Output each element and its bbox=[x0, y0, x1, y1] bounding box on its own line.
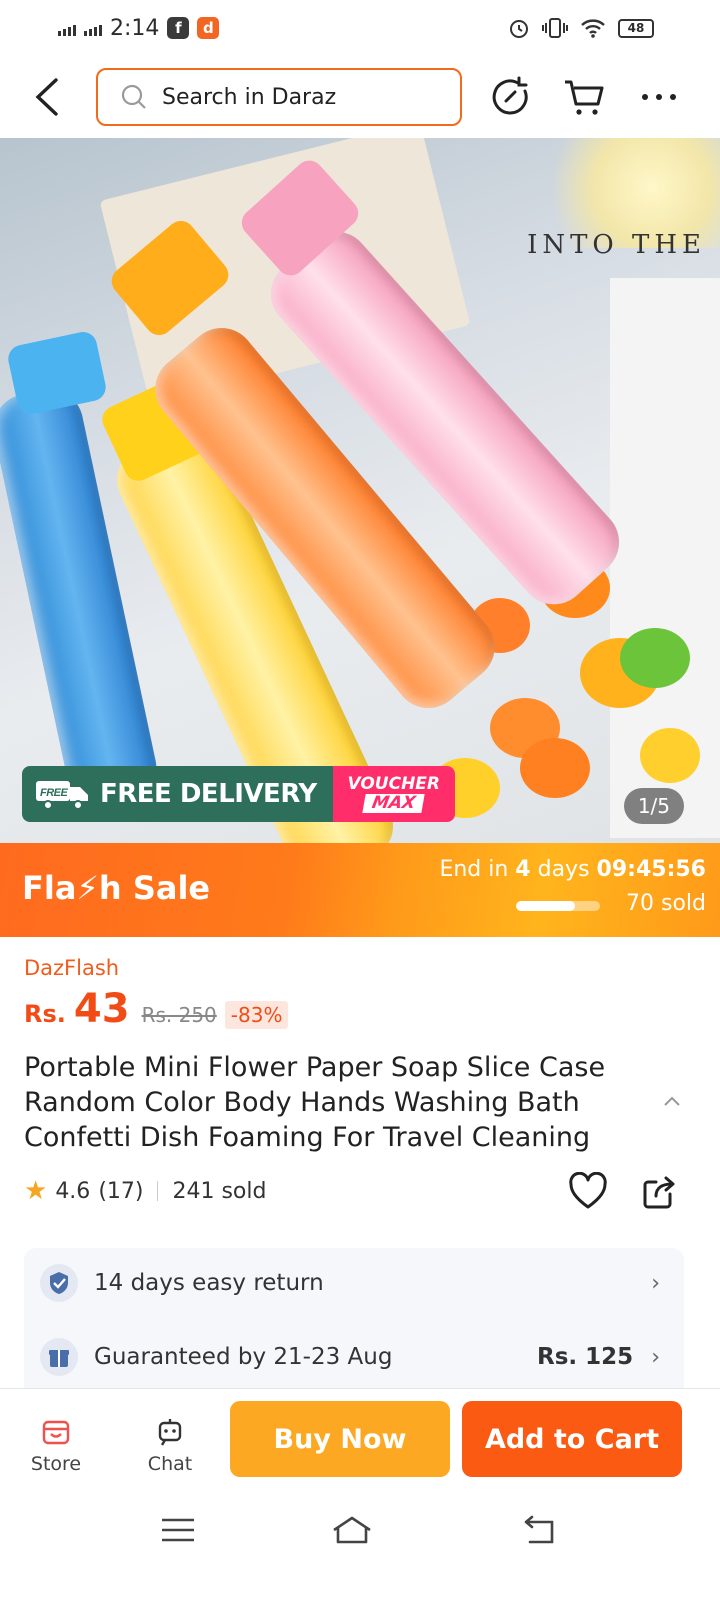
shipping-price: Rs. 125 bbox=[537, 1344, 634, 1370]
vibrate-icon bbox=[542, 18, 568, 38]
free-delivery-badge: FREE FREE DELIVERY bbox=[22, 766, 333, 822]
flash-sale-banner[interactable]: Fla⚡h Sale End in 4 days 09:45:56 70 sol… bbox=[0, 843, 720, 937]
price-currency: Rs. bbox=[24, 1000, 66, 1028]
signal-icon-2 bbox=[84, 20, 102, 36]
price-value: 43 bbox=[73, 986, 130, 1032]
alarm-icon bbox=[510, 20, 528, 38]
rating-row[interactable]: ★ 4.6 (17) 241 sold bbox=[24, 1176, 266, 1206]
voucher-max-badge: VOUCHER MAX bbox=[332, 766, 455, 822]
flower-green bbox=[620, 628, 690, 688]
review-count: (17) bbox=[98, 1178, 144, 1204]
wifi-icon bbox=[581, 19, 605, 38]
store-button[interactable]: Store bbox=[16, 1417, 96, 1475]
more-options-icon[interactable] bbox=[636, 74, 682, 120]
recent-apps-icon[interactable] bbox=[156, 1510, 200, 1550]
system-nav-bar bbox=[0, 1492, 720, 1600]
bottom-action-bar: Store Chat Buy Now Add to Cart bbox=[0, 1388, 720, 1492]
search-icon bbox=[121, 84, 146, 109]
product-image-carousel[interactable]: INTO THE FREE FREE DELIVERY VOUCHER MAX … bbox=[0, 138, 720, 843]
service-info-card: 14 days easy return › Guaranteed by 21-2… bbox=[24, 1248, 684, 1398]
delivery-guarantee-row[interactable]: Guaranteed by 21-23 Aug Rs. 125 › bbox=[40, 1338, 660, 1376]
shield-check-icon bbox=[40, 1264, 78, 1302]
share-icon[interactable] bbox=[642, 1174, 678, 1210]
hero-overlay-text: INTO THE bbox=[527, 230, 706, 260]
rating-value: 4.6 bbox=[55, 1178, 91, 1204]
history-icon[interactable] bbox=[488, 74, 534, 120]
original-price: Rs. 250 bbox=[141, 1003, 217, 1027]
chat-robot-icon bbox=[158, 1419, 182, 1446]
status-left: 2:14 f d bbox=[58, 15, 220, 41]
divider bbox=[157, 1181, 159, 1201]
days-label: days bbox=[537, 857, 590, 882]
wishlist-heart-icon[interactable] bbox=[568, 1172, 608, 1212]
return-policy-label: 14 days easy return bbox=[94, 1270, 324, 1296]
status-right: 48 bbox=[508, 17, 654, 39]
chat-button[interactable]: Chat bbox=[130, 1417, 210, 1475]
days-count: 4 bbox=[515, 857, 531, 882]
delivery-truck-icon: FREE bbox=[36, 781, 88, 810]
signal-icon bbox=[58, 20, 76, 36]
sold-count: 241 sold bbox=[172, 1178, 267, 1204]
cart-icon[interactable] bbox=[562, 74, 608, 120]
promo-badges: FREE FREE DELIVERY VOUCHER MAX bbox=[22, 766, 455, 822]
image-counter: 1/5 bbox=[623, 788, 684, 824]
blue-cap bbox=[5, 329, 109, 417]
store-label: Store bbox=[30, 1453, 82, 1475]
flower-yellow-3 bbox=[640, 728, 700, 783]
back-nav-icon[interactable] bbox=[516, 1510, 560, 1550]
star-icon: ★ bbox=[24, 1176, 48, 1206]
discount-badge: -83% bbox=[224, 1001, 289, 1029]
chevron-up-icon[interactable] bbox=[662, 1094, 682, 1108]
status-time: 2:14 bbox=[110, 15, 160, 41]
facebook-notification-icon: f bbox=[167, 17, 190, 39]
return-policy-row[interactable]: 14 days easy return › bbox=[40, 1264, 660, 1302]
battery-icon: 48 bbox=[618, 18, 654, 38]
back-arrow-icon[interactable] bbox=[30, 76, 66, 118]
buy-now-button[interactable]: Buy Now bbox=[230, 1401, 450, 1477]
search-placeholder: Search in Daraz bbox=[162, 84, 337, 110]
flash-sold-count: 70 sold bbox=[626, 891, 706, 916]
price-row: Rs. 43 Rs. 250 -83% bbox=[24, 986, 289, 1032]
sold-progress-bar bbox=[516, 901, 600, 911]
voucher-label: VOUCHER bbox=[347, 774, 441, 794]
search-input[interactable]: Search in Daraz bbox=[96, 68, 462, 126]
countdown-time: 09:45:56 bbox=[596, 857, 706, 882]
store-icon bbox=[42, 1420, 70, 1445]
delivery-guarantee-label: Guaranteed by 21-23 Aug bbox=[94, 1344, 393, 1370]
chevron-right-icon: › bbox=[651, 1270, 660, 1296]
flash-sale-countdown: End in 4 days 09:45:56 bbox=[439, 857, 706, 882]
flower-orange-4 bbox=[520, 738, 590, 798]
product-title: Portable Mini Flower Paper Soap Slice Ca… bbox=[24, 1052, 606, 1153]
status-bar: 2:14 f d 48 bbox=[0, 0, 720, 56]
sold-progress-fill bbox=[516, 901, 575, 911]
free-tag: FREE bbox=[40, 787, 69, 799]
chevron-right-icon: › bbox=[651, 1344, 660, 1370]
end-in-label: End in bbox=[439, 857, 509, 882]
top-nav: Search in Daraz bbox=[0, 62, 720, 132]
gift-box-icon bbox=[40, 1338, 78, 1376]
add-to-cart-button[interactable]: Add to Cart bbox=[462, 1401, 682, 1477]
home-icon[interactable] bbox=[330, 1510, 374, 1550]
voucher-max-label: MAX bbox=[362, 793, 426, 813]
free-delivery-label: FREE DELIVERY bbox=[100, 779, 317, 809]
seller-tag: DazFlash bbox=[24, 956, 120, 980]
flash-sale-title: Fla⚡h Sale bbox=[22, 869, 211, 907]
chat-label: Chat bbox=[147, 1453, 193, 1475]
daraz-notification-icon: d bbox=[197, 17, 220, 39]
